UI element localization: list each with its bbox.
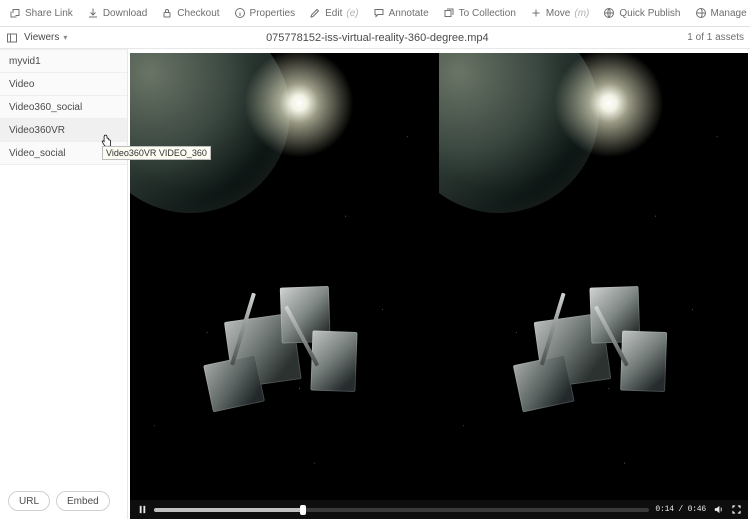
viewer-list: myvid1 Video Video360_social Video360VR … bbox=[0, 49, 127, 483]
tooltip-text: Video360VR VIDEO_360 bbox=[106, 148, 207, 158]
time-display: 0:14 / 0:46 bbox=[655, 505, 706, 514]
title-bar: Viewers ▾ 075778152-iss-virtual-reality-… bbox=[0, 27, 750, 49]
video-controls: 0:14 / 0:46 bbox=[130, 500, 748, 519]
manage-publication-button[interactable]: Manage Publication bbox=[688, 0, 750, 27]
plus-icon bbox=[530, 7, 542, 19]
collection-icon bbox=[443, 7, 455, 19]
vr-left-eye bbox=[130, 53, 439, 519]
seek-handle[interactable] bbox=[300, 505, 306, 515]
viewer-item-video[interactable]: Video bbox=[0, 73, 127, 96]
move-button[interactable]: Move (m) bbox=[523, 0, 596, 27]
viewers-label: Viewers bbox=[24, 32, 59, 43]
globe-gear-icon bbox=[695, 7, 707, 19]
properties-button[interactable]: Properties bbox=[227, 0, 303, 27]
share-icon bbox=[9, 7, 21, 19]
asset-counter: 1 of 1 assets bbox=[687, 32, 744, 43]
lock-icon bbox=[161, 7, 173, 19]
move-shortcut-hint: (m) bbox=[574, 8, 589, 19]
url-button[interactable]: URL bbox=[8, 491, 50, 511]
content-body: myvid1 Video Video360_social Video360VR … bbox=[0, 49, 750, 519]
volume-icon bbox=[713, 504, 724, 515]
manage-publication-label: Manage Publication bbox=[711, 8, 750, 19]
fullscreen-icon bbox=[731, 504, 742, 515]
sidebar-footer: URL Embed bbox=[0, 483, 127, 519]
pause-icon bbox=[137, 504, 148, 515]
comment-icon bbox=[373, 7, 385, 19]
edit-shortcut-hint: (e) bbox=[346, 8, 358, 19]
viewer-item-label: Video360VR bbox=[9, 125, 65, 136]
share-link-label: Share Link bbox=[25, 8, 73, 19]
page-title: 075778152-iss-virtual-reality-360-degree… bbox=[67, 32, 687, 44]
checkout-button[interactable]: Checkout bbox=[154, 0, 226, 27]
viewer-item-myvid1[interactable]: myvid1 bbox=[0, 50, 127, 73]
edit-label: Edit bbox=[325, 8, 342, 19]
move-label: Move bbox=[546, 8, 570, 19]
checkout-label: Checkout bbox=[177, 8, 219, 19]
globe-icon bbox=[603, 7, 615, 19]
fullscreen-button[interactable] bbox=[730, 504, 742, 516]
viewers-dropdown[interactable]: Viewers ▾ bbox=[24, 32, 67, 43]
share-link-button[interactable]: Share Link bbox=[2, 0, 80, 27]
quick-publish-button[interactable]: Quick Publish bbox=[596, 0, 687, 27]
pencil-icon bbox=[309, 7, 321, 19]
download-label: Download bbox=[103, 8, 147, 19]
to-collection-button[interactable]: To Collection bbox=[436, 0, 523, 27]
info-icon bbox=[234, 7, 246, 19]
download-icon bbox=[87, 7, 99, 19]
download-button[interactable]: Download bbox=[80, 0, 154, 27]
toolbar-actions: Share Link Download Checkout Properties … bbox=[2, 0, 750, 27]
embed-label: Embed bbox=[67, 496, 99, 507]
volume-button[interactable] bbox=[712, 504, 724, 516]
to-collection-label: To Collection bbox=[459, 8, 516, 19]
viewer-tooltip: Video360VR VIDEO_360 bbox=[102, 146, 211, 160]
video-stage[interactable]: 0:14 / 0:46 bbox=[130, 53, 748, 519]
viewer-item-video360-social[interactable]: Video360_social bbox=[0, 96, 127, 119]
annotate-label: Annotate bbox=[389, 8, 429, 19]
viewer-item-label: Video360_social bbox=[9, 102, 82, 113]
embed-button[interactable]: Embed bbox=[56, 491, 110, 511]
seek-progress bbox=[154, 508, 303, 512]
rail-left-icon[interactable] bbox=[6, 32, 18, 44]
sidebar: myvid1 Video Video360_social Video360VR … bbox=[0, 49, 128, 519]
pause-button[interactable] bbox=[136, 504, 148, 516]
annotate-button[interactable]: Annotate bbox=[366, 0, 436, 27]
url-label: URL bbox=[19, 496, 39, 507]
edit-button[interactable]: Edit (e) bbox=[302, 0, 365, 27]
preview-panel: 0:14 / 0:46 bbox=[128, 49, 750, 519]
seek-bar[interactable] bbox=[154, 508, 649, 512]
viewer-item-label: myvid1 bbox=[9, 56, 41, 67]
top-toolbar: Share Link Download Checkout Properties … bbox=[0, 0, 750, 27]
properties-label: Properties bbox=[250, 8, 296, 19]
viewer-item-label: Video bbox=[9, 79, 34, 90]
viewer-item-label: Video_social bbox=[9, 148, 66, 159]
vr-right-eye bbox=[439, 53, 748, 519]
quick-publish-label: Quick Publish bbox=[619, 8, 680, 19]
